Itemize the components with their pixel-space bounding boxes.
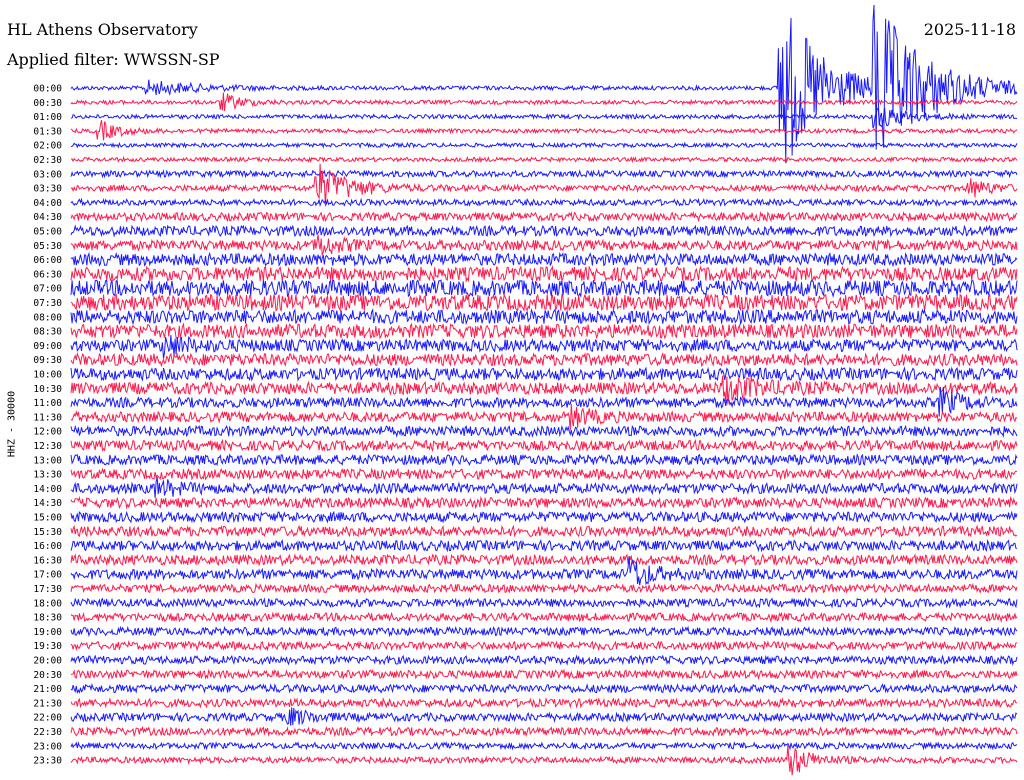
row-label: 00:30 — [33, 98, 62, 109]
trace-row — [70, 611, 1018, 623]
row-label: 09:30 — [33, 355, 62, 366]
seismic-traces — [70, 4, 1018, 776]
trace-row — [70, 224, 1018, 238]
trace-row — [70, 366, 1018, 382]
trace-row — [70, 387, 1018, 417]
trace-row — [71, 155, 1018, 164]
trace-row — [70, 278, 1018, 298]
row-label: 23:00 — [33, 741, 62, 752]
trace-row — [70, 707, 1018, 726]
trace-row — [70, 292, 1018, 312]
trace-row — [70, 476, 1018, 499]
row-label: 23:30 — [33, 756, 62, 767]
trace-row — [70, 197, 1018, 208]
row-label: 13:30 — [33, 470, 62, 481]
row-label: 16:30 — [33, 555, 62, 566]
trace-row — [70, 597, 1018, 609]
row-label: 01:00 — [33, 112, 62, 123]
trace-row — [70, 510, 1018, 524]
trace-row — [70, 322, 1018, 340]
trace-row — [70, 538, 1018, 553]
trace-row — [70, 696, 1017, 709]
trace-row — [70, 169, 1018, 179]
row-label: 13:00 — [33, 455, 62, 466]
trace-row — [70, 682, 1018, 695]
row-label: 14:00 — [33, 484, 62, 495]
trace-row — [70, 251, 1018, 268]
row-label: 08:30 — [33, 327, 62, 338]
row-label: 11:30 — [33, 412, 62, 423]
trace-row — [70, 640, 1018, 652]
trace-row — [70, 264, 1018, 283]
row-label: 19:30 — [33, 641, 62, 652]
row-label: 08:00 — [33, 312, 62, 323]
trace-row — [70, 141, 1018, 149]
trace-row — [70, 725, 1018, 738]
row-label: 21:00 — [33, 684, 62, 695]
row-label: 04:30 — [33, 212, 62, 223]
row-label: 19:00 — [33, 627, 62, 638]
trace-row — [70, 524, 1018, 539]
row-label: 04:00 — [33, 198, 62, 209]
row-label: 02:30 — [33, 155, 62, 166]
row-label: 22:00 — [33, 713, 62, 724]
row-label: 17:30 — [33, 584, 62, 595]
row-label: 05:30 — [33, 241, 62, 252]
trace-row — [70, 740, 1018, 751]
row-label: 18:00 — [33, 598, 62, 609]
trace-row — [70, 4, 1018, 164]
row-label: 20:30 — [33, 670, 62, 681]
row-label: 05:00 — [33, 227, 62, 238]
trace-row — [70, 424, 1018, 438]
trace-row — [70, 335, 1018, 359]
trace-row — [70, 654, 1018, 666]
trace-row — [70, 119, 1018, 141]
row-label: 10:30 — [33, 384, 62, 395]
row-label: 06:00 — [33, 255, 62, 266]
row-label: 07:00 — [33, 284, 62, 295]
row-label: 00:00 — [33, 84, 62, 95]
row-labels: 00:00 00:30 01:00 01:30 02:00 02:30 03:00 03:30… — [33, 84, 62, 767]
trace-row — [70, 553, 1018, 567]
row-label: 03:00 — [33, 169, 62, 180]
row-label: 15:00 — [33, 513, 62, 524]
trace-row — [70, 234, 1018, 256]
row-label: 18:30 — [33, 613, 62, 624]
trace-row — [70, 438, 1018, 453]
trace-row — [70, 467, 1018, 481]
row-label: 03:30 — [33, 184, 62, 195]
row-label: 17:00 — [33, 570, 62, 581]
row-label: 06:30 — [33, 269, 62, 280]
row-label: 10:00 — [33, 370, 62, 381]
row-label: 21:30 — [33, 698, 62, 709]
trace-row — [70, 668, 1018, 681]
row-label: 02:00 — [33, 141, 62, 152]
row-label: 11:00 — [33, 398, 62, 409]
trace-row — [70, 495, 1018, 510]
trace-row — [70, 351, 1018, 368]
trace-row — [70, 107, 1018, 129]
helicorder-plot: 00:00 00:30 01:00 01:30 02:00 02:30 03:00 03:30… — [33, 4, 1018, 776]
trace-row — [70, 308, 1018, 326]
trace-row — [70, 210, 1018, 223]
trace-row — [70, 453, 1018, 467]
trace-row — [70, 582, 1018, 595]
row-label: 01:30 — [33, 126, 62, 137]
row-label: 14:30 — [33, 498, 62, 509]
row-label: 12:00 — [33, 427, 62, 438]
trace-row — [70, 403, 1018, 431]
row-label: 09:00 — [33, 341, 62, 352]
row-label: 16:00 — [33, 541, 62, 552]
trace-row — [70, 625, 1018, 638]
row-label: 07:30 — [33, 298, 62, 309]
row-label: 20:00 — [33, 656, 62, 667]
trace-row — [70, 163, 1018, 207]
row-label: 12:30 — [33, 441, 62, 452]
row-label: 22:30 — [33, 727, 62, 738]
row-label: 15:30 — [33, 527, 62, 538]
trace-row — [70, 745, 1018, 776]
